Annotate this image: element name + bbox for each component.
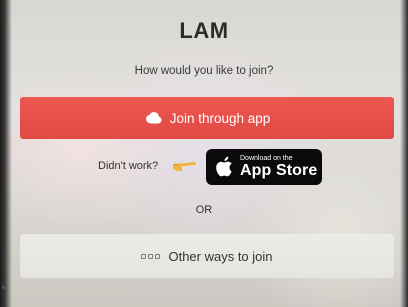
screen-edge xyxy=(0,0,12,307)
app-store-text: Download on the App Store xyxy=(240,155,317,179)
apple-logo-icon xyxy=(215,155,235,179)
dots-icon xyxy=(141,253,161,259)
join-through-app-button[interactable]: Join through app xyxy=(20,97,394,139)
join-through-app-label: Join through app xyxy=(169,110,271,126)
bezel-dot xyxy=(2,286,5,289)
other-ways-to-join-button[interactable]: Other ways to join xyxy=(20,234,394,278)
app-store-badge[interactable]: Download on the App Store xyxy=(206,149,322,185)
join-prompt: How would you like to join? xyxy=(134,65,274,77)
app-store-small-text: Download on the xyxy=(240,155,293,162)
screen-edge xyxy=(400,0,408,307)
pointing-hand-icon xyxy=(172,156,196,172)
cloud-icon xyxy=(144,112,162,124)
didnt-work-text: Didn't work? xyxy=(98,160,159,172)
app-store-large-text: App Store xyxy=(240,162,318,179)
join-screen: LAM How would you like to join? Join thr… xyxy=(0,0,408,307)
or-divider: OR xyxy=(195,204,213,216)
app-title: LAM xyxy=(179,18,229,43)
other-ways-label: Other ways to join xyxy=(168,248,273,264)
